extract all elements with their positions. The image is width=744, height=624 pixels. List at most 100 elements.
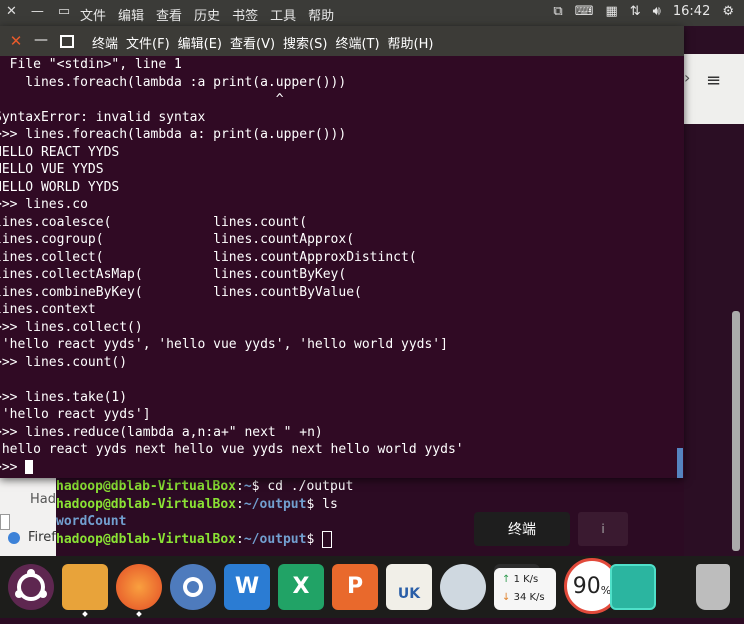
terminal-line: lines.collectAsMap( lines.countByKey( — [0, 267, 347, 282]
terminal-line: >>> — [0, 459, 670, 477]
chromium-icon — [170, 564, 216, 610]
dock-update[interactable] — [606, 560, 660, 614]
terminal-line: ['hello react yyds'] — [0, 407, 151, 422]
menu-history[interactable]: 历史 — [194, 5, 220, 24]
background-window: › ≡ — [684, 26, 744, 556]
ubuntu-software-icon: UK — [386, 564, 432, 610]
maximize-icon[interactable] — [60, 35, 74, 48]
dock-ubuntu[interactable] — [4, 560, 58, 614]
menu-edit[interactable]: 编辑(E) — [178, 33, 222, 52]
menu-help[interactable]: 帮助(H) — [388, 33, 434, 52]
terminal-window[interactable]: ✕ — 终端 文件(F) 编辑(E) 查看(V) 搜索(S) 终端(T) 帮助(… — [0, 26, 684, 478]
volume-icon[interactable]: 🔊︎ — [653, 4, 661, 19]
terminal-line: lines.cogroup( lines.countApprox( — [0, 232, 355, 247]
dock-tooltip: 终端 — [474, 512, 570, 546]
powerpoint-icon: P — [332, 564, 378, 610]
terminal-line: HELLO WORLD YYDS — [0, 179, 120, 195]
terminal-output[interactable]: File "<stdin>", line 1 lines.foreach(lam… — [0, 56, 676, 478]
arrow-down-icon: ↓ — [502, 592, 511, 603]
dock-chromium[interactable] — [166, 560, 220, 614]
scrollbar[interactable] — [732, 311, 740, 551]
terminal-scrollbar[interactable] — [677, 448, 683, 478]
dock-software[interactable]: UK — [382, 560, 436, 614]
app-menu-bar: 文件 编辑 查看 历史 书签 工具 帮助 — [80, 5, 334, 24]
firefox-window-label[interactable]: Firef — [28, 530, 56, 545]
menu-tools[interactable]: 工具 — [270, 5, 296, 24]
download-speed: ↓ 34 K/s — [502, 592, 545, 603]
menu-terminal[interactable]: 终端(T) — [335, 33, 379, 52]
menu-file[interactable]: 文件(F) — [126, 33, 170, 52]
running-indicator — [82, 611, 88, 617]
dock-trash[interactable] — [686, 560, 740, 614]
input-method-icon[interactable]: ⌨ — [575, 4, 594, 19]
menu-view[interactable]: 查看 — [156, 5, 182, 24]
terminal-line: lines.context — [0, 302, 96, 317]
dock-word[interactable]: W — [220, 560, 274, 614]
word-icon: W — [224, 564, 270, 610]
terminal-line: hadoop@dblab-VirtualBox:~$ cd ./output — [56, 479, 354, 494]
dock-excel[interactable]: X — [274, 560, 328, 614]
arrow-up-icon: ↑ — [502, 574, 511, 585]
terminal-line: 'hello react yyds next hello vue yyds ne… — [0, 442, 464, 457]
terminal-line: >>> lines.count() — [0, 354, 128, 370]
menu-bookmarks[interactable]: 书签 — [232, 5, 258, 24]
window-controls: ✕ — ▭ — [6, 4, 70, 19]
network-icon[interactable]: ⇅ — [630, 4, 641, 19]
terminal-line: SyntaxError: invalid syntax — [0, 109, 206, 125]
close-icon[interactable]: ✕ — [6, 4, 17, 19]
dock-files[interactable] — [58, 560, 112, 617]
terminal-line: HELLO VUE YYDS — [0, 162, 104, 177]
menu-view[interactable]: 查看(V) — [230, 33, 275, 52]
minimize-icon[interactable]: — — [31, 4, 44, 19]
dock-firefox[interactable] — [112, 560, 166, 617]
terminal-line: >>> lines.foreach(lambda a: print(a.uppe… — [0, 127, 347, 142]
network-speed-widget: ↑ 1 K/s ↓ 34 K/s — [494, 568, 556, 610]
chevron-right-icon[interactable]: › — [684, 68, 690, 87]
system-tray: ⧉ ⌨ ▦ ⇅ 🔊︎ 16:42 ⚙ — [553, 4, 734, 19]
maximize-icon[interactable]: ▭ — [58, 4, 70, 19]
minimize-icon[interactable]: — — [34, 32, 48, 48]
dock-vpn[interactable] — [436, 560, 490, 614]
menu-file[interactable]: 文件 — [80, 5, 106, 24]
text-cursor — [322, 530, 333, 548]
clock[interactable]: 16:42 — [673, 4, 710, 19]
hamburger-menu-icon[interactable]: ≡ — [706, 70, 722, 91]
running-indicator — [136, 611, 142, 617]
ubuntu-logo-icon — [8, 564, 54, 610]
terminal-menu-bar: 终端 文件(F) 编辑(E) 查看(V) 搜索(S) 终端(T) 帮助(H) — [92, 33, 433, 52]
background-windows-left: Hado Firef — [0, 478, 64, 556]
vpn-icon — [440, 564, 486, 610]
firefox-icon — [116, 564, 162, 610]
dock-powerpoint[interactable]: P — [328, 560, 382, 614]
system-top-bar: ✕ — ▭ 文件 编辑 查看 历史 书签 工具 帮助 ⧉ ⌨ ▦ ⇅ 🔊︎ 16… — [0, 0, 744, 26]
update-icon — [610, 564, 656, 610]
power-icon[interactable]: ⚙ — [722, 4, 734, 19]
terminal-line: File "<stdin>", line 1 — [0, 57, 182, 72]
upload-speed: ↑ 1 K/s — [502, 574, 539, 585]
text-cursor — [25, 460, 34, 474]
close-icon[interactable]: ✕ — [8, 33, 24, 49]
terminal-line: >>> lines.collect() — [0, 319, 143, 335]
firefox-icon — [8, 532, 20, 544]
terminal-line: HELLO REACT YYDS — [0, 144, 120, 160]
terminal-line: ['hello react yyds', 'hello vue yyds', '… — [0, 337, 448, 352]
terminal-line: >>> lines.take(1) — [0, 389, 128, 405]
terminal-titlebar: ✕ — 终端 文件(F) 编辑(E) 查看(V) 搜索(S) 终端(T) 帮助(… — [0, 26, 684, 56]
files-icon — [62, 564, 108, 610]
terminal-line: lines.foreach(lambda :a print(a.upper())… — [0, 74, 347, 90]
menu-help[interactable]: 帮助 — [308, 5, 334, 24]
terminal-line: >>> lines.co — [0, 197, 88, 212]
ghost-label: i — [578, 512, 628, 546]
trash-icon — [696, 564, 730, 610]
terminal-line: hadoop@dblab-VirtualBox:~/output$ ls — [56, 496, 338, 512]
window-title: 终端 — [92, 37, 119, 52]
bluetooth-icon[interactable]: ⧉ — [553, 4, 562, 19]
keyboard-icon[interactable]: ▦ — [605, 4, 617, 19]
menu-search[interactable]: 搜索(S) — [283, 33, 327, 52]
terminal-line: ^ — [0, 92, 284, 107]
excel-icon: X — [278, 564, 324, 610]
menu-edit[interactable]: 编辑 — [118, 5, 144, 24]
window-edge — [0, 514, 10, 530]
terminal-line: lines.collect( lines.countApproxDistinct… — [0, 249, 417, 265]
dock: W X P UK ↑ 1 K/s ↓ 34 K/s 90% — [0, 556, 744, 618]
